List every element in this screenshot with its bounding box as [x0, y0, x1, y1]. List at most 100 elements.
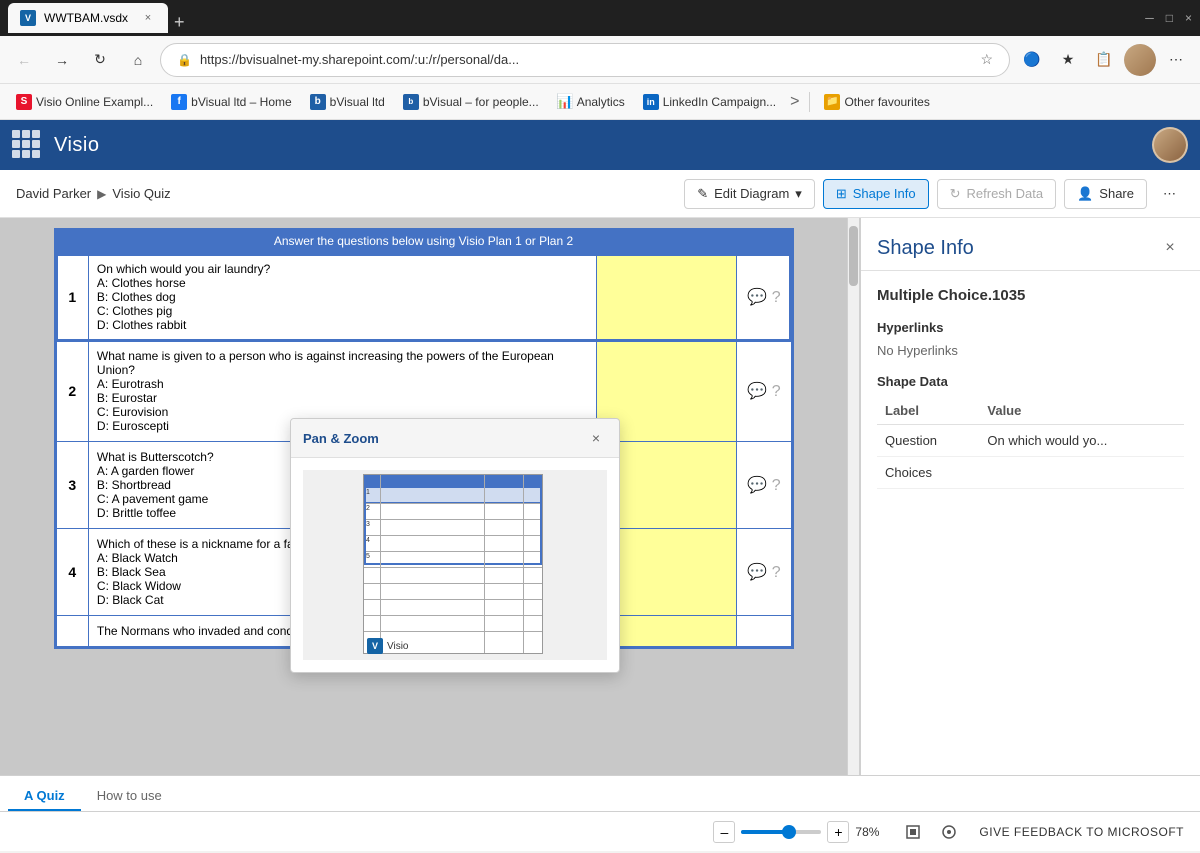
fit-page-button[interactable] — [899, 818, 927, 846]
feedback-text[interactable]: GIVE FEEDBACK TO MICROSOFT — [979, 825, 1184, 839]
bookmark-bvisual-people[interactable]: b bVisual – for people... — [395, 90, 547, 114]
row-number: 4 — [56, 529, 88, 616]
shape-info-label: Shape Info — [853, 186, 916, 201]
bookmark-label-visio: Visio Online Exampl... — [36, 95, 153, 109]
refresh-data-button[interactable]: ↻ Refresh Data — [937, 179, 1057, 209]
row-icons-cell — [737, 616, 791, 647]
home-button[interactable]: ⌂ — [122, 44, 154, 76]
edit-icon: ✎ — [697, 186, 708, 202]
mini-table-lines: 1 2 3 4 5 — [364, 475, 542, 653]
pan-zoom-close-button[interactable]: × — [585, 427, 607, 449]
edit-diagram-button[interactable]: ✎ Edit Diagram ▾ — [684, 179, 815, 209]
shape-info-icon: ⊞ — [836, 186, 847, 202]
mini-diagram[interactable]: 1 2 3 4 5 V Visio — [303, 470, 607, 660]
bookmark-bvisual-ltd[interactable]: b bVisual ltd — [302, 90, 393, 114]
bookmark-favicon-visio: S — [16, 94, 32, 110]
visio-canvas[interactable]: Answer the questions below using Visio P… — [0, 218, 860, 775]
shape-info-panel: Shape Info × Multiple Choice.1035 Hyperl… — [860, 218, 1200, 775]
shape-data-label: Choices — [877, 457, 979, 489]
breadcrumb-visio-quiz: Visio Quiz — [112, 186, 170, 201]
zoom-in-button[interactable]: + — [827, 821, 849, 843]
tab-close-button[interactable]: × — [140, 10, 156, 26]
shape-data-value: On which would yo... — [979, 425, 1184, 457]
zoom-slider[interactable] — [741, 830, 821, 834]
refresh-button[interactable]: ↻ — [84, 44, 116, 76]
extensions-button[interactable]: 🔵 — [1016, 44, 1048, 76]
browser-tabs: V WWTBAM.vsdx × + — [8, 3, 1129, 33]
shape-name: Multiple Choice.1035 — [877, 287, 1184, 304]
browser-titlebar: V WWTBAM.vsdx × + ─ □ × — [0, 0, 1200, 36]
panel-header: Shape Info × — [861, 218, 1200, 271]
bookmark-bvisual-home[interactable]: f bVisual ltd – Home — [163, 90, 300, 114]
minimize-button[interactable]: ─ — [1145, 11, 1154, 25]
bookmark-label-other: Other favourites — [844, 95, 929, 109]
close-window-button[interactable]: × — [1185, 11, 1192, 25]
maximize-button[interactable]: □ — [1166, 11, 1173, 25]
favorites-button[interactable]: ★ — [1052, 44, 1084, 76]
panel-title: Shape Info — [877, 237, 1156, 260]
question-icon: ? — [772, 383, 781, 400]
share-icon: 👤 — [1077, 186, 1093, 202]
canvas-vertical-scrollbar[interactable] — [847, 218, 859, 775]
collections-button[interactable]: 📋 — [1088, 44, 1120, 76]
edit-diagram-dropdown-icon: ▾ — [795, 186, 802, 202]
row-number: 1 — [56, 254, 88, 341]
question-cell: On which would you air laundry? A: Cloth… — [88, 254, 596, 341]
shape-data-label: Question — [877, 425, 979, 457]
scrollbar-thumb[interactable] — [849, 226, 858, 286]
more-options-button[interactable]: ⋯ — [1155, 180, 1184, 208]
address-bar[interactable]: 🔒 https://bvisualnet-my.sharepoint.com/:… — [160, 43, 1010, 77]
bookmark-linkedin[interactable]: in LinkedIn Campaign... — [635, 90, 784, 114]
apps-icon[interactable] — [12, 130, 42, 160]
label-column-header: Label — [877, 397, 979, 425]
diagram-header: Answer the questions below using Visio P… — [56, 230, 792, 253]
bookmarks-separator — [809, 92, 810, 112]
browser-navbar: ← → ↻ ⌂ 🔒 https://bvisualnet-my.sharepoi… — [0, 36, 1200, 84]
app-user-avatar[interactable] — [1152, 127, 1188, 163]
new-tab-button[interactable]: + — [168, 12, 191, 33]
zoom-level-display: 78% — [855, 825, 891, 839]
row-icons-cell: 💬 ? — [737, 442, 791, 529]
zoom-controls: – + 78% — [713, 821, 891, 843]
breadcrumb-david-parker[interactable]: David Parker — [16, 186, 91, 201]
bookmark-label-analytics: Analytics — [577, 95, 625, 109]
refresh-data-label: Refresh Data — [967, 186, 1044, 201]
shape-info-button[interactable]: ⊞ Shape Info — [823, 179, 929, 209]
table-row[interactable]: 1 On which would you air laundry? A: Clo… — [56, 254, 791, 341]
active-browser-tab[interactable]: V WWTBAM.vsdx × — [8, 3, 168, 33]
zoom-slider-thumb[interactable] — [782, 825, 796, 839]
forward-button[interactable]: → — [46, 44, 78, 76]
panel-close-button[interactable]: × — [1156, 234, 1184, 262]
bookmark-star-icon[interactable]: ☆ — [980, 51, 993, 68]
share-button[interactable]: 👤 Share — [1064, 179, 1147, 209]
share-label: Share — [1099, 186, 1134, 201]
bookmark-favicon-bvisual: b — [310, 94, 326, 110]
main-content: Answer the questions below using Visio P… — [0, 218, 1200, 775]
browser-user-avatar[interactable] — [1124, 44, 1156, 76]
bookmark-analytics[interactable]: 📊 Analytics — [549, 90, 633, 114]
zoom-out-button[interactable]: – — [713, 821, 735, 843]
url-text: https://bvisualnet-my.sharepoint.com/:u:… — [200, 52, 972, 67]
row-number: 2 — [56, 341, 88, 442]
answer-cell — [596, 254, 737, 341]
bookmarks-more-button[interactable]: > — [786, 93, 803, 111]
row-icons-cell: 💬 ? — [737, 529, 791, 616]
bookmark-other-favourites[interactable]: 📁 Other favourites — [816, 90, 937, 114]
bookmark-label-linkedin: LinkedIn Campaign... — [663, 95, 776, 109]
popup-title: Pan & Zoom — [303, 431, 585, 446]
diagram-wrapper: Answer the questions below using Visio P… — [0, 218, 847, 775]
bookmark-visio-online[interactable]: S Visio Online Exampl... — [8, 90, 161, 114]
shape-data-section-title: Shape Data — [877, 374, 1184, 389]
popup-header: Pan & Zoom × — [291, 419, 619, 458]
fit-page-icon — [905, 824, 921, 840]
tab-how-to-use[interactable]: How to use — [81, 782, 178, 811]
bookmark-favicon-linkedin: in — [643, 94, 659, 110]
full-screen-button[interactable] — [935, 818, 963, 846]
hyperlinks-value: No Hyperlinks — [877, 343, 1184, 358]
shape-data-row: Choices — [877, 457, 1184, 489]
bottom-tabs: A Quiz How to use — [0, 775, 1200, 811]
tab-a-quiz[interactable]: A Quiz — [8, 782, 81, 811]
browser-more-button[interactable]: ⋯ — [1160, 44, 1192, 76]
back-button[interactable]: ← — [8, 44, 40, 76]
bookmark-favicon-analytics: 📊 — [557, 94, 573, 110]
